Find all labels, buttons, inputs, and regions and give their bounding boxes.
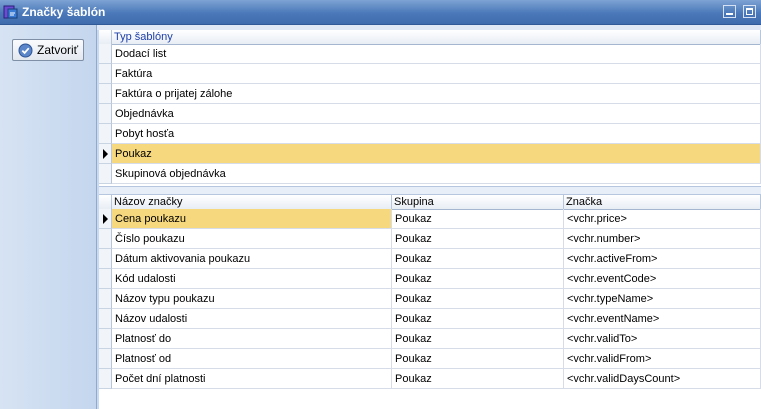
tag-row[interactable]: Platnosť do Poukaz <vchr.validTo>	[99, 329, 761, 349]
title-bar: Značky šablón	[0, 0, 761, 25]
tag-cell[interactable]: <vchr.eventCode>	[564, 269, 761, 289]
tag-name-cell[interactable]: Názov typu poukazu	[112, 289, 392, 309]
group-cell[interactable]: Poukaz	[392, 329, 564, 349]
row-selector[interactable]	[99, 209, 112, 229]
tag-name-cell[interactable]: Dátum aktivovania poukazu	[112, 249, 392, 269]
row-selector[interactable]	[99, 164, 112, 184]
tag-row[interactable]: Názov typu poukazu Poukaz <vchr.typeName>	[99, 289, 761, 309]
tag-row[interactable]: Kód udalosti Poukaz <vchr.eventCode>	[99, 269, 761, 289]
group-cell[interactable]: Poukaz	[392, 309, 564, 329]
template-type-cell[interactable]: Poukaz	[112, 144, 761, 164]
tag-name-cell[interactable]: Počet dní platnosti	[112, 369, 392, 389]
tag-name-cell[interactable]: Názov udalosti	[112, 309, 392, 329]
app-icon	[3, 5, 18, 19]
window-title: Značky šablón	[22, 5, 106, 19]
row-selector[interactable]	[99, 124, 112, 144]
template-type-cell[interactable]: Pobyt hosťa	[112, 124, 761, 144]
row-selector[interactable]	[99, 44, 112, 64]
left-panel: Zatvoriť	[0, 25, 97, 409]
group-cell[interactable]: Poukaz	[392, 229, 564, 249]
row-selector[interactable]	[99, 369, 112, 389]
template-type-cell[interactable]: Dodací list	[112, 44, 761, 64]
tags-grid-header: Názov značky Skupina Značka	[99, 195, 761, 210]
template-type-cell[interactable]: Faktúra o prijatej zálohe	[112, 84, 761, 104]
close-button-label: Zatvoriť	[37, 43, 79, 57]
tag-cell[interactable]: <vchr.typeName>	[564, 289, 761, 309]
template-row[interactable]: Objednávka	[99, 104, 761, 124]
close-button[interactable]: Zatvoriť	[12, 39, 84, 61]
template-row[interactable]: Faktúra	[99, 64, 761, 84]
group-cell[interactable]: Poukaz	[392, 289, 564, 309]
tag-cell[interactable]: <vchr.eventName>	[564, 309, 761, 329]
row-selector[interactable]	[99, 84, 112, 104]
row-selector[interactable]	[99, 249, 112, 269]
template-type-cell[interactable]: Skupinová objednávka	[112, 164, 761, 184]
row-selector[interactable]	[99, 144, 112, 164]
group-cell[interactable]: Poukaz	[392, 209, 564, 229]
check-circle-icon	[18, 43, 33, 58]
group-cell[interactable]: Poukaz	[392, 249, 564, 269]
tag-row[interactable]: Číslo poukazu Poukaz <vchr.number>	[99, 229, 761, 249]
tags-grid: Názov značky Skupina Značka Cena poukazu…	[99, 195, 761, 409]
tag-cell[interactable]: <vchr.number>	[564, 229, 761, 249]
tag-cell[interactable]: <vchr.validFrom>	[564, 349, 761, 369]
column-header-tag-name[interactable]: Názov značky	[112, 195, 392, 209]
tag-row[interactable]: Dátum aktivovania poukazu Poukaz <vchr.act…	[99, 249, 761, 269]
group-cell[interactable]: Poukaz	[392, 349, 564, 369]
tag-name-cell[interactable]: Číslo poukazu	[112, 229, 392, 249]
row-selector[interactable]	[99, 349, 112, 369]
row-selector[interactable]	[99, 229, 112, 249]
row-selector[interactable]	[99, 329, 112, 349]
row-selector[interactable]	[99, 104, 112, 124]
tag-row[interactable]: Názov udalosti Poukaz <vchr.eventName>	[99, 309, 761, 329]
group-cell[interactable]: Poukaz	[392, 269, 564, 289]
group-cell[interactable]: Poukaz	[392, 369, 564, 389]
row-selector[interactable]	[99, 309, 112, 329]
template-row[interactable]: Pobyt hosťa	[99, 124, 761, 144]
row-selector-header	[99, 30, 112, 44]
template-type-grid: Typ šablóny Dodací list Faktúra Faktúra o …	[99, 30, 761, 186]
tag-cell[interactable]: <vchr.price>	[564, 209, 761, 229]
column-header-template-type[interactable]: Typ šablóny	[112, 30, 761, 44]
splitter[interactable]	[99, 186, 761, 195]
tag-row[interactable]: Počet dní platnosti Poukaz <vchr.validDays…	[99, 369, 761, 389]
tag-cell[interactable]: <vchr.activeFrom>	[564, 249, 761, 269]
tag-row[interactable]: Cena poukazu Poukaz <vchr.price>	[99, 209, 761, 229]
maximize-button[interactable]	[743, 5, 756, 18]
template-grid-header: Typ šablóny	[99, 30, 761, 45]
row-selector-header	[99, 195, 112, 209]
tag-cell[interactable]: <vchr.validDaysCount>	[564, 369, 761, 389]
tag-row[interactable]: Platnosť od Poukaz <vchr.validFrom>	[99, 349, 761, 369]
row-selector[interactable]	[99, 64, 112, 84]
template-row[interactable]: Poukaz	[99, 144, 761, 164]
tag-name-cell[interactable]: Platnosť do	[112, 329, 392, 349]
column-header-group[interactable]: Skupina	[392, 195, 564, 209]
minimize-button[interactable]	[723, 5, 736, 18]
template-row[interactable]: Skupinová objednávka	[99, 164, 761, 184]
template-row[interactable]: Dodací list	[99, 44, 761, 64]
row-selector[interactable]	[99, 269, 112, 289]
tag-cell[interactable]: <vchr.validTo>	[564, 329, 761, 349]
tag-name-cell[interactable]: Cena poukazu	[112, 209, 392, 229]
column-header-tag[interactable]: Značka	[564, 195, 761, 209]
row-selector[interactable]	[99, 289, 112, 309]
template-type-cell[interactable]: Objednávka	[112, 104, 761, 124]
tag-name-cell[interactable]: Kód udalosti	[112, 269, 392, 289]
template-type-cell[interactable]: Faktúra	[112, 64, 761, 84]
template-row[interactable]: Faktúra o prijatej zálohe	[99, 84, 761, 104]
tag-name-cell[interactable]: Platnosť od	[112, 349, 392, 369]
